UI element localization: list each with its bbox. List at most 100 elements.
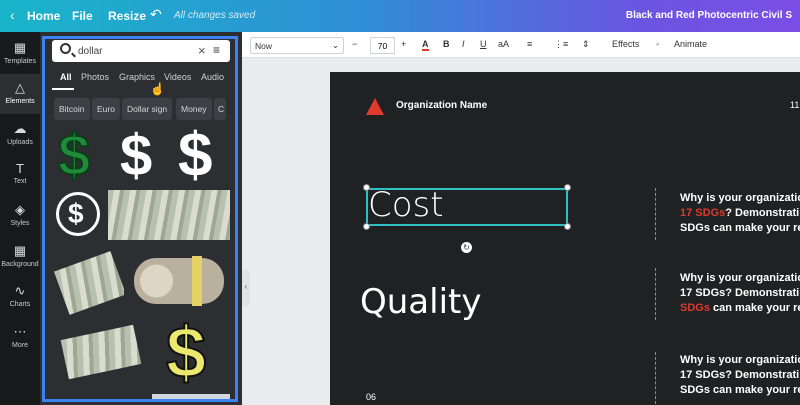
chip-more[interactable]: C xyxy=(214,98,226,120)
italic-icon[interactable]: I xyxy=(462,39,465,49)
animate-button[interactable]: Animate xyxy=(674,39,707,49)
tab-videos[interactable]: Videos xyxy=(164,72,191,82)
para-line: 17 SDGs? Demonstratin xyxy=(680,287,800,299)
para-line: 17 SDGs? Demonstratin xyxy=(680,369,800,381)
collapse-panel-button[interactable]: ‹ xyxy=(242,270,250,306)
search-input[interactable] xyxy=(78,43,188,59)
rail-label: Styles xyxy=(10,220,30,227)
chip-money[interactable]: Money xyxy=(176,98,212,120)
para-line: 17 SDGs? Demonstratin xyxy=(680,206,800,221)
dollar-sign-icon: $ xyxy=(120,126,153,184)
heading-quality[interactable]: Quality xyxy=(360,282,482,322)
rail-label: More xyxy=(12,342,28,349)
effects-button[interactable]: Effects xyxy=(612,39,639,49)
file-menu[interactable]: File xyxy=(72,9,93,23)
bills-stack xyxy=(60,324,142,380)
clear-icon[interactable]: × xyxy=(198,43,206,58)
list-icon[interactable]: ⋮≡ xyxy=(554,39,568,50)
case-icon[interactable]: aA xyxy=(498,39,509,49)
highlight-text: SDGs xyxy=(680,302,710,314)
rail-templates[interactable]: ▦ Templates xyxy=(0,34,40,74)
partial-photo[interactable] xyxy=(152,394,230,400)
font-select[interactable]: Now ⌄ xyxy=(250,37,344,54)
divider xyxy=(655,268,656,320)
resize-handle[interactable] xyxy=(564,223,571,230)
fanned-bills-photo[interactable] xyxy=(54,246,124,316)
rail-styles[interactable]: ◈ Styles xyxy=(0,196,40,236)
underline-icon[interactable]: U xyxy=(480,39,487,49)
decrease-size-button[interactable]: − xyxy=(352,39,357,49)
tab-underline xyxy=(52,88,74,90)
undo-icon[interactable]: ↶ xyxy=(150,6,162,23)
white-dollar-graphic[interactable]: $ xyxy=(116,126,168,184)
tab-all[interactable]: All xyxy=(60,72,72,82)
paragraph-3[interactable]: Why is your organizatio 17 SDGs? Demonst… xyxy=(680,353,800,398)
page-number-top[interactable]: 11 xyxy=(790,100,799,110)
organization-name[interactable]: Organization Name xyxy=(396,100,487,111)
text-icon: T xyxy=(16,161,24,176)
paragraph-1[interactable]: Why is your organizatio 17 SDGs? Demonst… xyxy=(680,191,800,236)
shapes-icon: △ xyxy=(15,80,25,95)
para-line: Why is your organizatio xyxy=(680,272,800,284)
page-number-bottom[interactable]: 06 xyxy=(366,392,376,402)
green-dollar-graphic[interactable]: $ xyxy=(54,126,108,184)
back-chevron-icon[interactable]: ‹ xyxy=(10,7,15,23)
animate-icon[interactable]: ◦ xyxy=(656,39,659,49)
font-size-input[interactable]: 70 xyxy=(370,37,395,54)
bills-fan xyxy=(54,251,124,315)
filter-icon[interactable]: ≡ xyxy=(213,43,220,57)
logo-icon xyxy=(366,98,384,115)
chip-dollar-sign[interactable]: Dollar sign xyxy=(122,98,173,120)
design-canvas[interactable]: Organization Name 11 Cost ↻ Quality Why … xyxy=(330,72,800,405)
para-text: can make your re xyxy=(709,302,800,314)
para-line: Why is your organizatio xyxy=(680,192,800,204)
paragraph-2[interactable]: Why is your organizatio 17 SDGs? Demonst… xyxy=(680,271,800,316)
rail-uploads[interactable]: ☁ Uploads xyxy=(0,115,40,155)
circle-dollar-graphic[interactable]: $ xyxy=(54,190,104,240)
chip-euro[interactable]: Euro xyxy=(92,98,120,120)
yellow-dollar-graphic[interactable]: $ xyxy=(162,318,228,390)
heading-cost[interactable]: Cost xyxy=(368,185,444,225)
rail-label: Background xyxy=(1,261,39,268)
money-roll-photo[interactable] xyxy=(126,246,230,314)
dollar-sign-icon: $ xyxy=(178,126,213,184)
rail-charts[interactable]: ∿ Charts xyxy=(0,277,40,317)
text-color-icon[interactable]: A xyxy=(422,39,429,51)
dollar-sign-icon: $ xyxy=(165,318,207,390)
divider xyxy=(655,352,656,404)
money-roll xyxy=(134,258,224,304)
chevron-down-icon: ⌄ xyxy=(331,40,339,50)
scattered-bills-photo[interactable] xyxy=(108,190,230,240)
tab-graphics[interactable]: Graphics xyxy=(119,72,155,82)
bills-stack-photo[interactable] xyxy=(54,318,150,390)
spacing-icon[interactable]: ⇕ xyxy=(582,39,590,50)
background-icon: ▦ xyxy=(13,243,27,258)
resize-button[interactable]: Resize xyxy=(108,9,146,23)
rail-label: Charts xyxy=(9,301,31,308)
rail-background[interactable]: ▦ Background xyxy=(0,237,40,277)
highlight-text: 17 SDGs xyxy=(680,207,726,219)
save-status: All changes saved xyxy=(174,10,256,21)
rail-text[interactable]: T Text xyxy=(0,155,40,195)
home-button[interactable]: Home xyxy=(27,9,60,23)
tab-audio[interactable]: Audio xyxy=(201,72,224,82)
rail-label: Uploads xyxy=(7,139,33,146)
rotate-icon[interactable]: ↻ xyxy=(461,242,472,253)
increase-size-button[interactable]: + xyxy=(401,39,406,49)
money-band xyxy=(192,256,202,306)
bold-icon[interactable]: B xyxy=(443,39,450,49)
resize-handle[interactable] xyxy=(564,184,571,191)
white-dollar-bold-graphic[interactable]: $ xyxy=(176,126,228,184)
rail-more[interactable]: ⋯ More xyxy=(0,318,40,358)
cloud-upload-icon: ☁ xyxy=(13,121,27,136)
dollar-sign-icon: $ xyxy=(57,126,91,184)
tab-photos[interactable]: Photos xyxy=(81,72,109,82)
rail-elements[interactable]: △ Elements xyxy=(0,74,40,114)
para-line: Why is your organizatio xyxy=(680,354,800,366)
document-title[interactable]: Black and Red Photocentric Civil S xyxy=(626,10,792,21)
para-line: SDGs can make your re xyxy=(680,384,800,396)
para-line: SDGs can make your re xyxy=(680,301,800,316)
dollar-sign-icon: $ xyxy=(68,198,84,229)
align-icon[interactable]: ≡ xyxy=(527,39,532,49)
chip-bitcoin[interactable]: Bitcoin xyxy=(54,98,90,120)
